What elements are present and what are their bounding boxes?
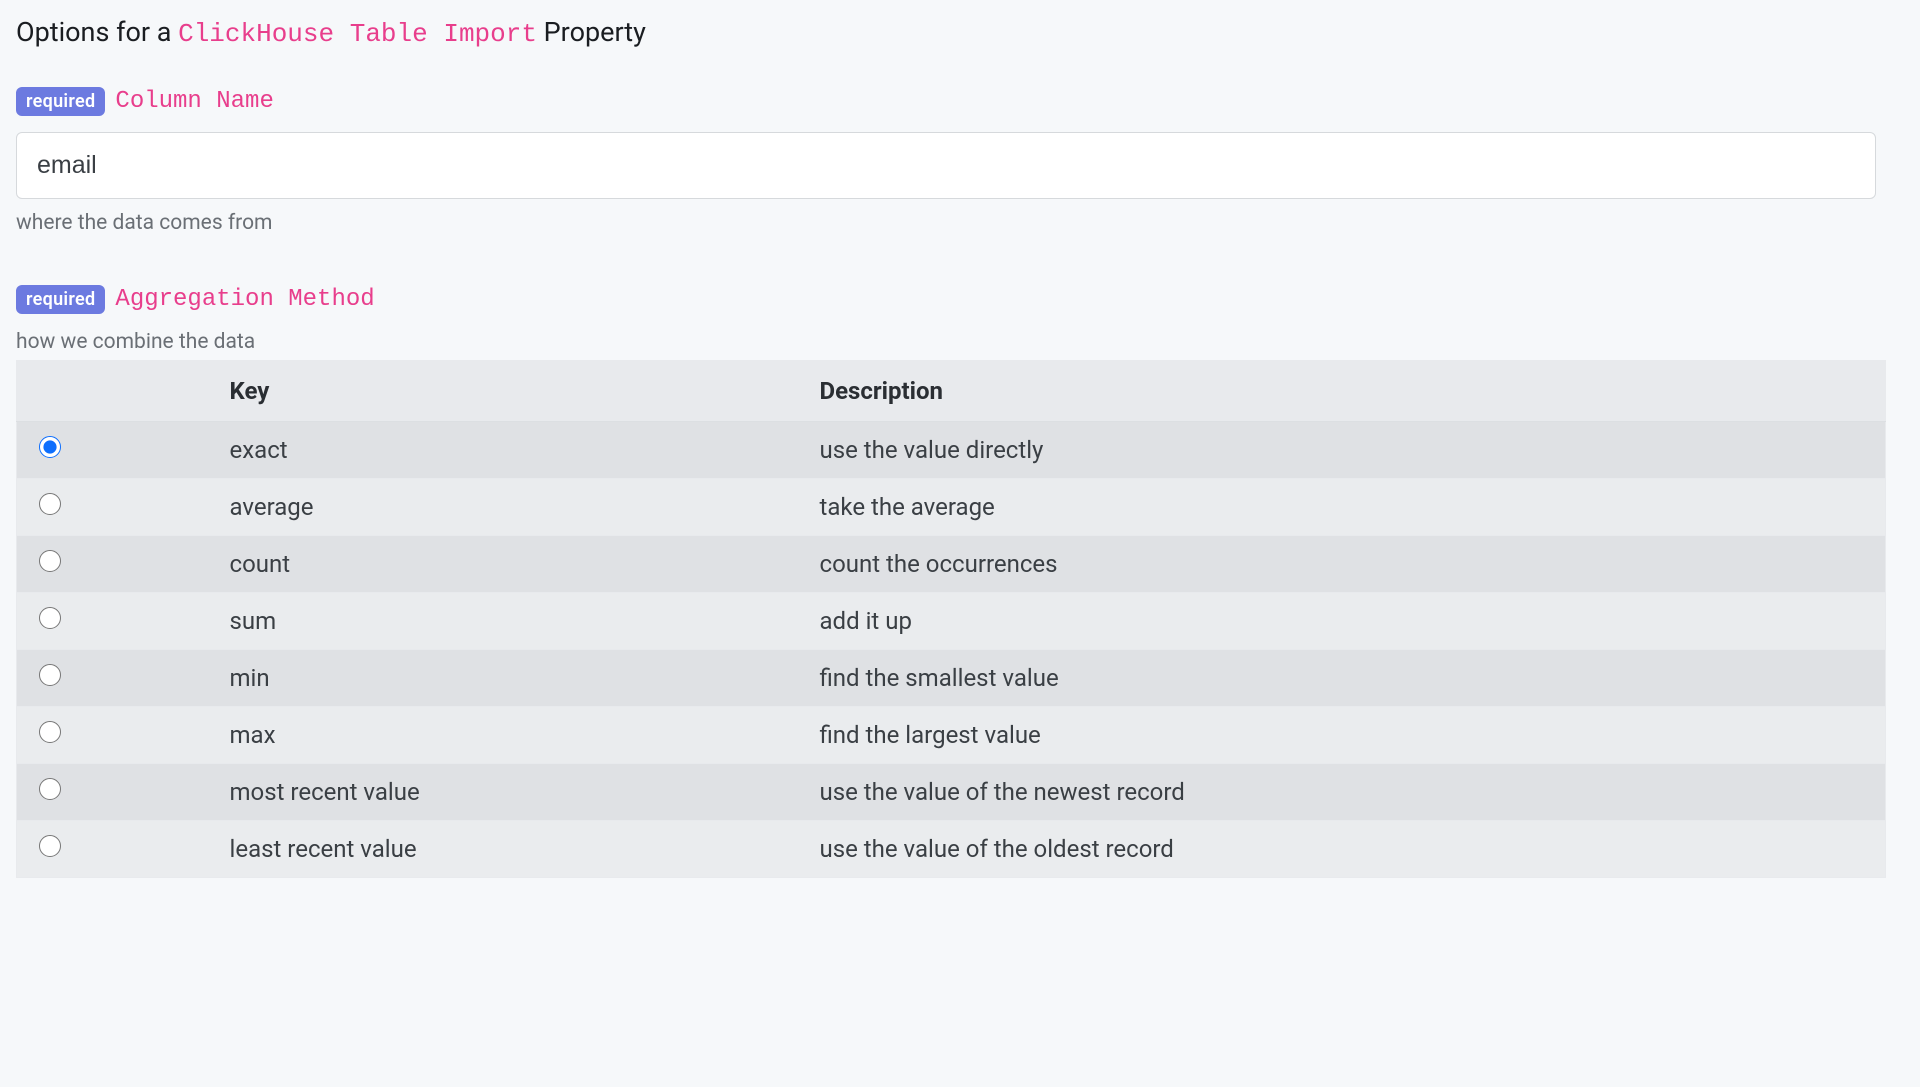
column-name-section: required Column Name where the data come… bbox=[16, 87, 1904, 235]
key-cell: most recent value bbox=[212, 764, 802, 821]
radio-cell bbox=[17, 821, 212, 878]
key-cell: average bbox=[212, 479, 802, 536]
table-row[interactable]: sumadd it up bbox=[17, 593, 1886, 650]
aggregation-table: Key Description exactuse the value direc… bbox=[16, 360, 1886, 878]
key-cell: exact bbox=[212, 422, 802, 479]
description-cell: find the largest value bbox=[802, 707, 1886, 764]
key-cell: least recent value bbox=[212, 821, 802, 878]
table-header-radio bbox=[17, 361, 212, 422]
table-row[interactable]: averagetake the average bbox=[17, 479, 1886, 536]
key-cell: sum bbox=[212, 593, 802, 650]
table-row[interactable]: most recent valueuse the value of the ne… bbox=[17, 764, 1886, 821]
radio-cell bbox=[17, 479, 212, 536]
description-cell: use the value of the oldest record bbox=[802, 821, 1886, 878]
aggregation-radio[interactable] bbox=[39, 835, 61, 857]
table-row[interactable]: maxfind the largest value bbox=[17, 707, 1886, 764]
radio-cell bbox=[17, 650, 212, 707]
required-badge: required bbox=[16, 285, 105, 314]
key-cell: count bbox=[212, 536, 802, 593]
column-name-label: Column Name bbox=[115, 88, 273, 115]
key-cell: min bbox=[212, 650, 802, 707]
radio-cell bbox=[17, 593, 212, 650]
column-name-input[interactable] bbox=[16, 132, 1876, 199]
aggregation-radio[interactable] bbox=[39, 721, 61, 743]
description-cell: find the smallest value bbox=[802, 650, 1886, 707]
radio-cell bbox=[17, 764, 212, 821]
description-cell: add it up bbox=[802, 593, 1886, 650]
radio-cell bbox=[17, 536, 212, 593]
aggregation-label-row: required Aggregation Method bbox=[16, 285, 1904, 314]
aggregation-radio[interactable] bbox=[39, 550, 61, 572]
column-name-label-row: required Column Name bbox=[16, 87, 1904, 116]
key-cell: max bbox=[212, 707, 802, 764]
page-title-highlight: ClickHouse Table Import bbox=[178, 19, 537, 49]
aggregation-radio[interactable] bbox=[39, 436, 61, 458]
aggregation-radio[interactable] bbox=[39, 664, 61, 686]
table-row[interactable]: minfind the smallest value bbox=[17, 650, 1886, 707]
page-title: Options for a ClickHouse Table Import Pr… bbox=[16, 16, 1904, 49]
table-row[interactable]: countcount the occurrences bbox=[17, 536, 1886, 593]
page-title-prefix: Options for a bbox=[16, 16, 178, 48]
description-cell: take the average bbox=[802, 479, 1886, 536]
aggregation-radio[interactable] bbox=[39, 778, 61, 800]
page-title-suffix: Property bbox=[537, 16, 646, 48]
aggregation-help: how we combine the data bbox=[16, 330, 1904, 354]
aggregation-radio[interactable] bbox=[39, 607, 61, 629]
table-header-key: Key bbox=[212, 361, 802, 422]
table-row[interactable]: least recent valueuse the value of the o… bbox=[17, 821, 1886, 878]
table-header-description: Description bbox=[802, 361, 1886, 422]
radio-cell bbox=[17, 707, 212, 764]
description-cell: use the value of the newest record bbox=[802, 764, 1886, 821]
column-name-help: where the data comes from bbox=[16, 211, 1904, 235]
table-row[interactable]: exactuse the value directly bbox=[17, 422, 1886, 479]
aggregation-section: required Aggregation Method how we combi… bbox=[16, 285, 1904, 878]
description-cell: use the value directly bbox=[802, 422, 1886, 479]
aggregation-label: Aggregation Method bbox=[115, 286, 374, 313]
required-badge: required bbox=[16, 87, 105, 116]
aggregation-radio[interactable] bbox=[39, 493, 61, 515]
description-cell: count the occurrences bbox=[802, 536, 1886, 593]
radio-cell bbox=[17, 422, 212, 479]
